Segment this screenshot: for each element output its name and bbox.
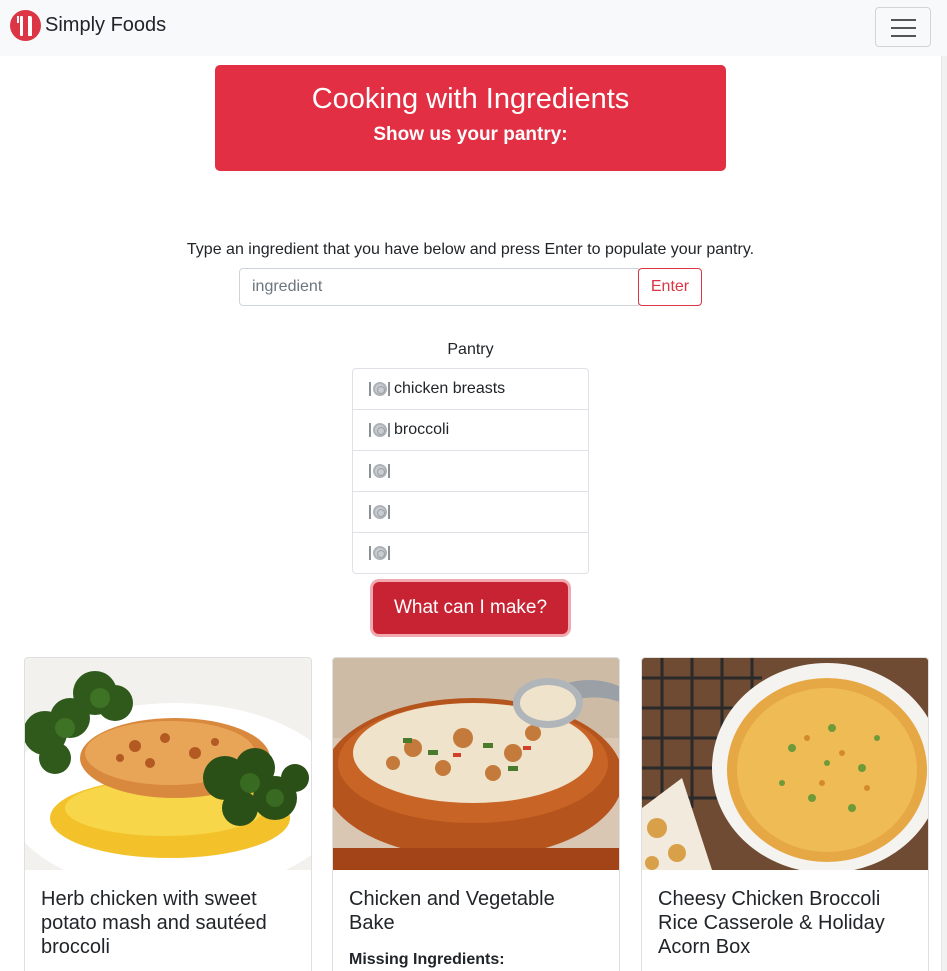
- missing-ingredients-label: Missing Ingredients:: [349, 951, 505, 968]
- recipe-card[interactable]: Herb chicken with sweet potato mash and …: [24, 657, 312, 971]
- page-subtitle: Show us your pantry:: [373, 124, 568, 145]
- chicken-vegetable-bake-photo[interactable]: [333, 658, 619, 870]
- herb-chicken-photo[interactable]: [25, 658, 311, 870]
- ingredient-input[interactable]: [239, 268, 639, 306]
- pantry-item: [353, 451, 588, 492]
- recipe-title[interactable]: Chicken and Vegetable Bake: [349, 887, 605, 935]
- what-can-i-make-button[interactable]: What can I make?: [373, 582, 568, 634]
- recipe-title[interactable]: Herb chicken with sweet potato mash and …: [41, 887, 297, 959]
- page-scrollbar[interactable]: [941, 56, 947, 971]
- enter-button[interactable]: Enter: [638, 268, 702, 306]
- broccoli-casserole-photo[interactable]: [642, 658, 928, 870]
- brand-link[interactable]: Simply Foods: [10, 10, 166, 41]
- plate-cutlery-icon: [369, 545, 390, 561]
- hamburger-menu-button[interactable]: [875, 7, 931, 47]
- fork-knife-logo-icon: [10, 10, 41, 41]
- pantry-item: broccoli: [353, 410, 588, 451]
- plate-cutlery-icon: [369, 463, 390, 479]
- pantry-item-label: broccoli: [394, 421, 450, 438]
- recipe-title[interactable]: Cheesy Chicken Broccoli Rice Casserole &…: [658, 887, 914, 959]
- instructions-text: Type an ingredient that you have below a…: [186, 241, 755, 258]
- pantry-list: chicken breasts broccoli: [352, 368, 589, 574]
- recipe-card[interactable]: Cheesy Chicken Broccoli Rice Casserole &…: [641, 657, 929, 971]
- pantry-item-label: chicken breasts: [394, 380, 506, 397]
- pantry-item: [353, 533, 588, 573]
- pantry-item: [353, 492, 588, 533]
- brand-name: Simply Foods: [45, 14, 167, 36]
- plate-cutlery-icon: [369, 504, 390, 520]
- plate-cutlery-icon: [369, 381, 390, 397]
- hero-banner: Cooking with Ingredients Show us your pa…: [215, 65, 726, 171]
- hamburger-menu-icon: [891, 19, 916, 21]
- pantry-title: Pantry: [447, 341, 494, 358]
- pantry-item: chicken breasts: [353, 369, 588, 410]
- page-title: Cooking with Ingredients: [311, 83, 630, 115]
- navbar: Simply Foods: [0, 0, 947, 56]
- recipe-card[interactable]: Chicken and Vegetable Bake Missing Ingre…: [332, 657, 620, 971]
- plate-cutlery-icon: [369, 422, 390, 438]
